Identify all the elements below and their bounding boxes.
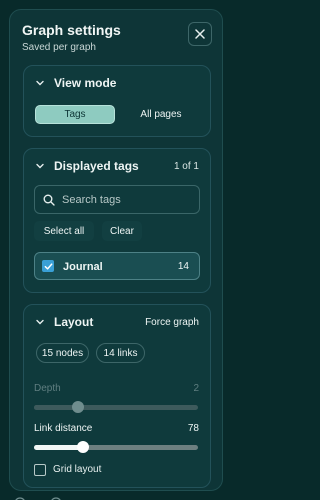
displayed-tags-header[interactable]: Displayed tags	[35, 159, 139, 173]
chevron-down-icon	[36, 163, 44, 169]
layout-section: Layout Force graph 15 nodes 14 links Dep…	[23, 304, 211, 488]
tag-item-journal[interactable]: Journal 14	[34, 252, 200, 280]
grid-layout-label: Grid layout	[53, 464, 102, 475]
depth-value: 2	[193, 383, 199, 394]
depth-slider[interactable]	[34, 401, 198, 413]
depth-label: Depth	[34, 383, 61, 394]
view-mode-tags-option[interactable]: Tags	[35, 105, 115, 124]
link-distance-slider-thumb[interactable]	[77, 441, 90, 453]
tag-search-input[interactable]	[62, 193, 182, 206]
close-button[interactable]	[188, 22, 212, 46]
tag-search-box[interactable]	[34, 185, 200, 214]
close-icon	[195, 29, 205, 39]
search-icon	[43, 194, 55, 206]
bottom-partial-icons	[15, 497, 61, 500]
link-distance-label: Link distance	[34, 423, 93, 434]
chevron-down-icon	[36, 319, 44, 325]
view-mode-title: View mode	[54, 76, 117, 90]
layout-mode: Force graph	[145, 317, 199, 328]
tag-count: 14	[177, 261, 189, 272]
nodes-count-badge: 15 nodes	[36, 343, 89, 363]
layout-title: Layout	[54, 315, 94, 329]
grid-layout-checkbox[interactable]	[34, 464, 46, 476]
link-distance-value: 78	[187, 423, 199, 434]
tag-label: Journal	[63, 261, 103, 273]
panel-subtitle: Saved per graph	[22, 42, 96, 53]
clear-button[interactable]: Clear	[102, 221, 142, 241]
displayed-tags-title: Displayed tags	[54, 159, 139, 173]
chevron-down-icon	[36, 80, 44, 86]
view-mode-all-pages-option[interactable]: All pages	[121, 105, 201, 124]
tags-count: 1 of 1	[173, 161, 199, 172]
view-mode-header[interactable]: View mode	[35, 76, 116, 90]
displayed-tags-section: Displayed tags 1 of 1 Select all Clear J…	[23, 148, 211, 293]
graph-settings-panel: Graph settings Saved per graph View mode…	[9, 9, 223, 491]
select-all-button[interactable]: Select all	[34, 221, 94, 241]
checkmark-icon	[44, 262, 52, 270]
link-distance-slider[interactable]	[34, 441, 198, 453]
panel-title: Graph settings	[22, 22, 121, 38]
link-distance-slider-fill	[34, 445, 84, 450]
depth-slider-thumb[interactable]	[72, 401, 85, 413]
layout-header[interactable]: Layout	[35, 315, 93, 329]
view-mode-section: View mode Tags All pages	[23, 65, 211, 137]
tag-checkbox[interactable]	[42, 260, 54, 272]
links-count-badge: 14 links	[96, 343, 145, 363]
